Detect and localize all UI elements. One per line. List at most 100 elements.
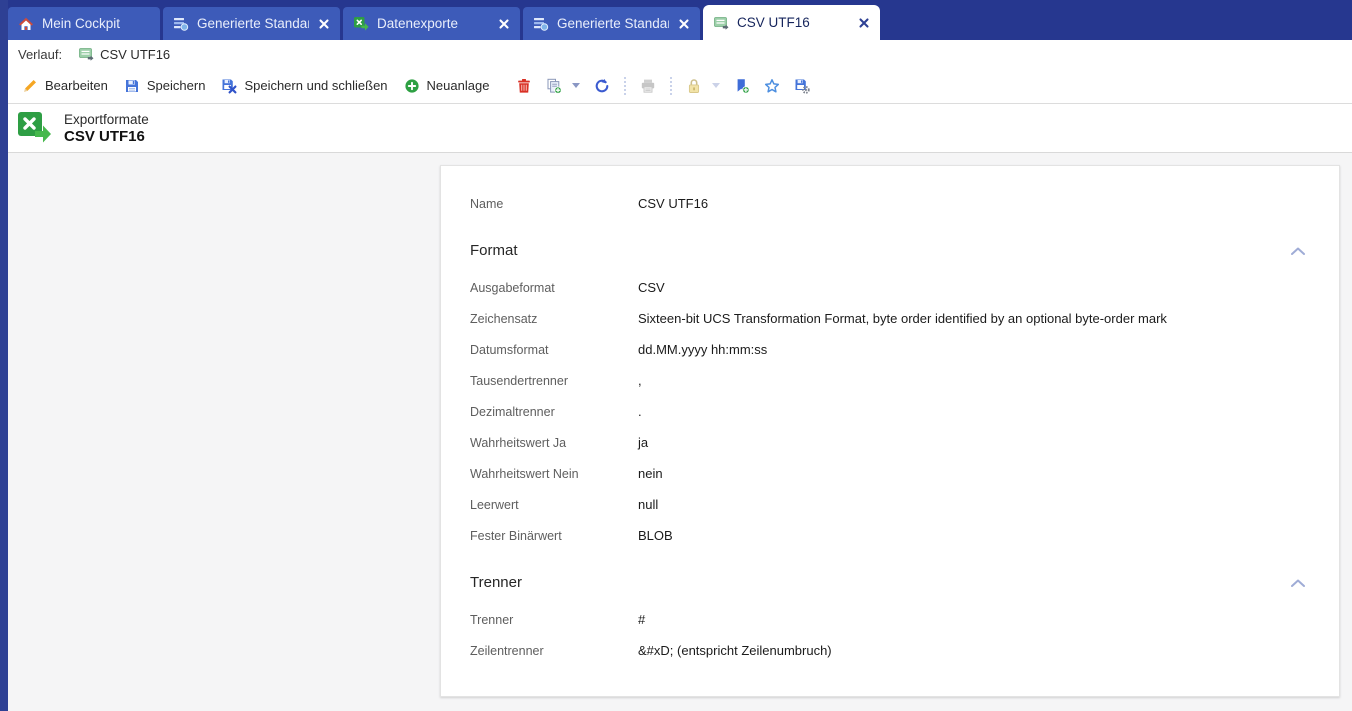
save-and-close-button-label: Speichern und schließen [244, 78, 388, 93]
section-title: Trenner [470, 574, 522, 591]
field-label: Tausendertrenner [470, 373, 568, 388]
field-value: nein [638, 466, 663, 481]
toolbar-separator [670, 76, 673, 95]
new-record-button-label: Neuanlage [426, 78, 490, 93]
trash-icon [516, 78, 532, 94]
close-icon[interactable] [677, 17, 691, 31]
lock-button [679, 73, 727, 99]
window-edge [0, 0, 8, 711]
detail-card: Name CSV UTF16 Format Ausgabeformat CSV Zeich… [440, 165, 1340, 697]
field-label: Wahrheitswert Nein [470, 466, 579, 481]
field-label: Ausgabeformat [470, 280, 555, 295]
floppy-gear-icon [794, 78, 811, 94]
refresh-icon [594, 78, 610, 94]
field-label: Wahrheitswert Ja [470, 435, 567, 450]
field-value: null [638, 497, 659, 512]
field-label: Dezimaltrenner [470, 404, 555, 419]
field-value: CSV UTF16 [638, 196, 709, 211]
tab-label: Datenexporte [377, 16, 459, 31]
close-icon[interactable] [497, 17, 511, 31]
report-search-icon [173, 16, 189, 32]
pencil-icon [22, 78, 38, 94]
record-header: Exportformate CSV UTF16 [8, 104, 1352, 153]
field-label: Zeichensatz [470, 311, 538, 326]
field-label: Zeilentrenner [470, 643, 544, 658]
history-bar: Verlauf: CSV UTF16 [8, 40, 1352, 68]
tab-mein-cockpit[interactable]: Mein Cockpit [8, 7, 160, 40]
report-search-icon [533, 16, 549, 32]
tab-label: Generierte Standar... [197, 16, 309, 31]
chevron-up-icon [1291, 247, 1305, 255]
copy-plus-icon [546, 78, 563, 94]
collapse-section-button[interactable] [1287, 577, 1309, 589]
tab-label: Mein Cockpit [42, 16, 121, 31]
chevron-up-icon [1291, 579, 1305, 587]
save-button-label: Speichern [146, 78, 206, 93]
collapse-section-button[interactable] [1287, 245, 1309, 257]
toolbar-separator [624, 76, 627, 95]
save-and-close-button[interactable]: Speichern und schließen [213, 73, 395, 99]
save-settings-button[interactable] [787, 73, 817, 99]
tab-generierte-standard-2[interactable]: Generierte Standar... [523, 7, 700, 40]
edit-button[interactable]: Bearbeiten [14, 73, 116, 99]
floppy-icon [124, 78, 140, 94]
form-row: Leerwert null [470, 489, 1309, 520]
field-value: CSV [638, 280, 665, 295]
plus-circle-icon [404, 78, 420, 94]
field-value: Sixteen-bit UCS Transformation Format, b… [638, 311, 1167, 326]
close-icon[interactable] [857, 16, 871, 30]
export-format-icon [16, 110, 52, 146]
form-row: Ausgabeformat CSV [470, 272, 1309, 303]
csv-icon [713, 15, 729, 31]
field-value: &#xD; (entspricht Zeilenumbruch) [638, 643, 832, 658]
chevron-down-icon [712, 83, 721, 88]
bookmark-add-button[interactable] [727, 73, 757, 99]
export-icon [353, 16, 369, 32]
record-title: CSV UTF16 [64, 127, 145, 145]
form-row: Zeichensatz Sixteen-bit UCS Transformatio… [470, 303, 1309, 334]
form-row: Zeilentrenner &#xD; (entspricht Zeilenumb… [470, 635, 1309, 666]
tab-datenexporte[interactable]: Datenexporte [343, 7, 520, 40]
form-row: Datumsformat dd.MM.yyyy hh:mm:ss [470, 334, 1309, 365]
lock-icon [686, 78, 702, 94]
bookmark-plus-icon [734, 78, 751, 94]
field-label: Leerwert [470, 497, 519, 512]
field-value: . [638, 404, 642, 419]
chevron-down-icon [572, 83, 581, 88]
form-body: Name CSV UTF16 Format Ausgabeformat CSV Zeich… [470, 188, 1309, 666]
field-value: dd.MM.yyyy hh:mm:ss [638, 342, 768, 357]
field-label: Datumsformat [470, 342, 549, 357]
section-header: Trenner [470, 567, 1309, 598]
csv-icon [78, 46, 94, 62]
tab-generierte-standard-1[interactable]: Generierte Standar... [163, 7, 340, 40]
history-item-csv-utf16[interactable]: CSV UTF16 [78, 46, 170, 62]
history-item-label: CSV UTF16 [100, 46, 171, 62]
floppy-close-icon [221, 78, 237, 94]
form-row: Trenner # [470, 604, 1309, 635]
save-button[interactable]: Speichern [116, 73, 214, 99]
tab-label: Generierte Standar... [557, 16, 669, 31]
favorite-button[interactable] [757, 73, 787, 99]
new-record-button[interactable]: Neuanlage [396, 73, 498, 99]
copy-button[interactable] [539, 73, 587, 99]
close-icon[interactable] [317, 17, 331, 31]
form-row: Wahrheitswert Nein nein [470, 458, 1309, 489]
main-area: Name CSV UTF16 Format Ausgabeformat CSV Zeich… [0, 153, 1352, 711]
form-row: Tausendertrenner, [470, 365, 1309, 396]
field-label: Trenner [470, 612, 514, 627]
star-icon [764, 78, 780, 94]
section-header: Format [470, 235, 1309, 266]
field-value: ja [638, 435, 649, 450]
record-type-label: Exportformate [64, 111, 149, 127]
field-value: # [638, 612, 646, 627]
tab-csv-utf16[interactable]: CSV UTF16 [703, 5, 880, 40]
delete-button[interactable] [509, 73, 539, 99]
refresh-button[interactable] [587, 73, 617, 99]
section-title: Format [470, 242, 518, 259]
field-label: Name [470, 196, 504, 211]
tab-label: CSV UTF16 [737, 15, 810, 30]
home-icon [18, 16, 34, 32]
field-label: Fester Binärwert [470, 528, 562, 543]
toolbar: Bearbeiten Speichern Speichern und schli… [8, 68, 1352, 104]
form-row: Dezimaltrenner. [470, 396, 1309, 427]
